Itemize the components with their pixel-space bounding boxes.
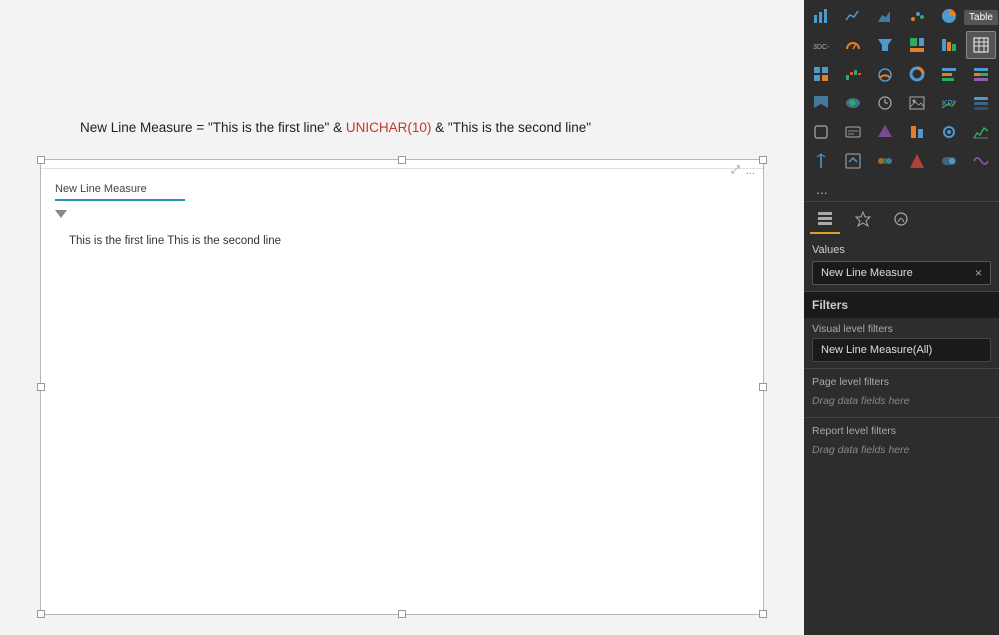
kpi-icon[interactable]: KPI [934,89,964,117]
handle-right[interactable] [759,383,767,391]
custom2-icon[interactable] [902,118,932,146]
report-level-label: Report level filters [804,420,999,440]
image-icon[interactable] [902,89,932,117]
tab-fields[interactable] [810,206,840,234]
line-chart-icon[interactable] [838,2,868,30]
filled-map-icon[interactable] [838,89,868,117]
report-drag-placeholder: Drag data fields here [804,440,999,464]
visual-expand-icon[interactable]: ⤢ [731,164,740,177]
divider2 [804,417,999,418]
formula-unichar: UNICHAR(10) [346,120,432,135]
visual-title: New Line Measure [55,179,185,201]
custom6-icon[interactable] [838,147,868,175]
formula-bar: New Line Measure = "This is the first li… [30,120,774,135]
filters-header: Filters [804,291,999,318]
dropdown-arrow [55,210,67,218]
3d-map-icon[interactable]: 3DC-E [806,31,836,59]
handle-left[interactable] [37,383,45,391]
matrix-icon[interactable] [806,60,836,88]
gauge-icon[interactable] [838,31,868,59]
page-level-label: Page level filters [804,371,999,391]
visual-container[interactable]: ⤢ ... New Line Measure This is the first… [40,159,764,615]
area-chart-icon[interactable] [870,2,900,30]
handle-bottom[interactable] [398,610,406,618]
treemap-icon[interactable] [902,31,932,59]
values-section: Values New Line Measure × [804,238,999,291]
svg-text:3DC-E: 3DC-E [813,44,830,51]
formula-part2: "This is the second line" [448,120,591,135]
visual-content: This is the first line This is the secon… [55,223,749,259]
tab-format[interactable] [848,206,878,234]
handle-br[interactable] [759,610,767,618]
custom10-icon[interactable] [966,147,996,175]
formula-amp1: & [333,120,346,135]
shape-icon[interactable] [806,118,836,146]
visual-level-label: Visual level filters [804,318,999,338]
custom4-icon[interactable] [966,118,996,146]
filters-title: Filters [812,298,848,312]
formula-equals: = [196,120,208,135]
panel-tabs [804,201,999,238]
right-panel: R 3DC-E Table [804,0,999,635]
main-area: New Line Measure = "This is the first li… [0,0,804,635]
handle-tl[interactable] [37,156,45,164]
clock-icon[interactable] [870,89,900,117]
custom3-icon[interactable] [934,118,964,146]
waterfall-icon[interactable] [838,60,868,88]
custom1-icon[interactable] [870,118,900,146]
visual-more-icon[interactable]: ... [746,165,755,177]
pie-chart-icon[interactable] [934,2,964,30]
stacked-bar-icon[interactable] [934,31,964,59]
donut-icon[interactable] [902,60,932,88]
visual-text: This is the first line This is the secon… [69,235,281,247]
tab-analytics[interactable] [886,206,916,234]
custom7-icon[interactable] [870,147,900,175]
formula-measure-name: New Line Measure [80,120,193,135]
page-drag-placeholder: Drag data fields here [804,391,999,415]
formula-part1: "This is the first line" [208,120,329,135]
slicer-icon[interactable] [966,89,996,117]
values-label: Values [812,244,991,256]
field-name: New Line Measure [821,267,913,279]
table-icon[interactable]: Table [966,31,996,59]
formula-amp2: & [435,120,448,135]
custom9-icon[interactable] [934,147,964,175]
visual-filter-field[interactable]: New Line Measure(All) [812,338,991,362]
handle-top[interactable] [398,156,406,164]
handle-tr[interactable] [759,156,767,164]
bar-chart-icon[interactable] [806,2,836,30]
custom8-icon[interactable] [902,147,932,175]
field-pill-new-line[interactable]: New Line Measure × [812,261,991,285]
textbox-icon[interactable] [838,118,868,146]
r-script-icon[interactable]: R [966,2,996,30]
handle-bl[interactable] [37,610,45,618]
divider1 [804,368,999,369]
more-icons-button[interactable]: ... [810,179,834,199]
svg-text:R: R [975,10,984,24]
100pct-bar-icon[interactable] [966,60,996,88]
visualization-icons: R 3DC-E Table [804,0,999,177]
scatter-chart-icon[interactable] [902,2,932,30]
custom5-icon[interactable] [806,147,836,175]
gauge2-icon[interactable] [870,60,900,88]
ribbon-icon[interactable] [806,89,836,117]
funnel-icon[interactable] [870,31,900,59]
clustered-bar-icon[interactable] [934,60,964,88]
remove-field-button[interactable]: × [975,266,982,280]
